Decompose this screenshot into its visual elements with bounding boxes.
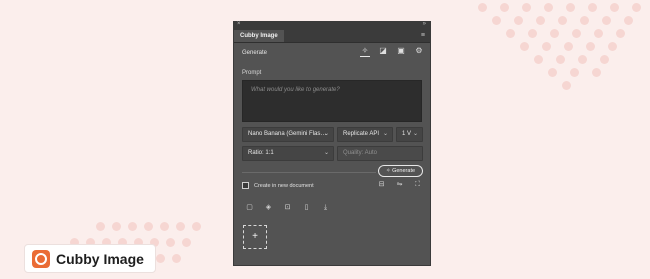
download-icon[interactable]: ⤓ bbox=[321, 203, 330, 212]
decorative-dot bbox=[548, 68, 557, 77]
chevron-down-icon: ⌄ bbox=[382, 131, 388, 137]
decorative-dot bbox=[506, 29, 515, 38]
decorative-dot bbox=[564, 42, 573, 51]
decorative-dot bbox=[478, 3, 487, 12]
magic-wand-icon: ✧ bbox=[385, 168, 391, 174]
decorative-dot bbox=[528, 29, 537, 38]
decorative-dot bbox=[192, 222, 201, 231]
decorative-dot bbox=[176, 222, 185, 231]
chevron-down-icon: ⌄ bbox=[323, 131, 329, 137]
delete-icon[interactable]: ▯ bbox=[302, 203, 311, 212]
quality-select-value: Quality: Auto bbox=[343, 150, 378, 156]
decorative-dot bbox=[500, 3, 509, 12]
magic-wand-icon[interactable]: ✧ bbox=[360, 46, 370, 57]
prompt-label: Prompt bbox=[242, 70, 262, 76]
tab-bar: Cubby Image ≡ bbox=[234, 30, 430, 43]
decorative-dot bbox=[144, 222, 153, 231]
ratio-select-value: Ratio: 1:1 bbox=[248, 150, 274, 156]
decorative-dot bbox=[492, 16, 501, 25]
decorative-dot bbox=[536, 16, 545, 25]
decorative-dot bbox=[578, 55, 587, 64]
count-select-value: 1 V bbox=[402, 131, 412, 137]
section-title: Generate bbox=[242, 50, 268, 56]
decorative-dot bbox=[112, 222, 121, 231]
decorative-dot bbox=[594, 29, 603, 38]
decorative-dot bbox=[544, 3, 553, 12]
decorative-dot bbox=[514, 16, 523, 25]
prompt-input[interactable]: What would you like to generate? bbox=[242, 80, 422, 122]
add-image-slot[interactable]: + bbox=[243, 225, 267, 249]
quality-select: Quality: Auto bbox=[337, 146, 423, 161]
generate-button[interactable]: ✧ Generate bbox=[378, 165, 423, 177]
decorative-dot bbox=[522, 3, 531, 12]
progress-track bbox=[242, 172, 376, 173]
panel-header: Generate ✧ ◪ ▣ ⚙ bbox=[234, 43, 430, 63]
api-select-value: Replicate API bbox=[343, 131, 380, 137]
brand-badge: Cubby Image bbox=[24, 244, 156, 273]
decorative-dot bbox=[550, 29, 559, 38]
new-document-checkbox[interactable] bbox=[242, 182, 249, 189]
decorative-dot bbox=[96, 222, 105, 231]
decorative-dot bbox=[616, 29, 625, 38]
place-image-icon[interactable]: ⊡ bbox=[283, 203, 292, 212]
decorative-dot bbox=[608, 42, 617, 51]
model-select[interactable]: Nano Banana (Gemini Flas… ⌄ bbox=[242, 127, 334, 142]
decorative-dot bbox=[580, 16, 589, 25]
layers-stack-icon[interactable]: ◈ bbox=[264, 203, 273, 212]
api-select[interactable]: Replicate API ⌄ bbox=[337, 127, 393, 142]
settings-gear-icon[interactable]: ⚙ bbox=[414, 46, 424, 56]
tab-cubby-image[interactable]: Cubby Image bbox=[234, 30, 284, 42]
window-chrome: × » bbox=[234, 21, 430, 30]
decorative-dot bbox=[558, 16, 567, 25]
decorative-dot bbox=[542, 42, 551, 51]
decorative-dot bbox=[600, 55, 609, 64]
hamburger-icon[interactable]: ≡ bbox=[421, 32, 425, 39]
generate-button-label: Generate bbox=[392, 168, 416, 174]
decorative-dot bbox=[182, 238, 191, 247]
decorative-dot bbox=[534, 55, 543, 64]
model-select-value: Nano Banana (Gemini Flas… bbox=[248, 131, 327, 137]
count-select[interactable]: 1 V ⌄ bbox=[396, 127, 423, 142]
plugin-panel: × » Cubby Image ≡ Generate ✧ ◪ ▣ ⚙ Promp… bbox=[233, 21, 431, 266]
decorative-dot bbox=[160, 222, 169, 231]
decorative-dot bbox=[156, 254, 165, 263]
copy-icon[interactable]: ▢ bbox=[245, 203, 254, 212]
decorative-dot bbox=[586, 42, 595, 51]
close-icon[interactable]: × bbox=[237, 21, 241, 27]
chevron-down-icon: ⌄ bbox=[323, 150, 329, 156]
decorative-dot bbox=[556, 55, 565, 64]
decorative-dot bbox=[172, 254, 181, 263]
collapse-icon[interactable]: » bbox=[423, 21, 426, 27]
edit-image-icon[interactable]: ◪ bbox=[378, 46, 388, 56]
decorative-dot bbox=[566, 3, 575, 12]
cubby-logo-icon bbox=[32, 249, 50, 268]
image-icon[interactable]: ▣ bbox=[396, 46, 406, 56]
decorative-dot bbox=[624, 16, 633, 25]
decorative-dot bbox=[562, 81, 571, 90]
decorative-dot bbox=[588, 3, 597, 12]
new-document-label: Create in new document bbox=[254, 182, 314, 189]
decorative-dot bbox=[610, 3, 619, 12]
decorative-dot bbox=[570, 68, 579, 77]
decorative-dot bbox=[520, 42, 529, 51]
decorative-dot bbox=[128, 222, 137, 231]
brand-name: Cubby Image bbox=[56, 250, 144, 267]
decorative-dot bbox=[602, 16, 611, 25]
expand-icon[interactable]: ⛶ bbox=[413, 180, 422, 189]
toolbar: ▢ ◈ ⊡ ▯ ⤓ bbox=[245, 203, 330, 212]
layers-icon[interactable]: ⊟ bbox=[377, 180, 386, 189]
document-actions: ⊟ ⇋ ⛶ bbox=[377, 180, 422, 189]
decorative-dot bbox=[632, 3, 641, 12]
decorative-dot bbox=[592, 68, 601, 77]
decorative-dot bbox=[166, 238, 175, 247]
ratio-select[interactable]: Ratio: 1:1 ⌄ bbox=[242, 146, 334, 161]
chevron-down-icon: ⌄ bbox=[412, 131, 418, 137]
new-document-option: Create in new document bbox=[242, 182, 314, 189]
decorative-dot bbox=[572, 29, 581, 38]
adjust-icon[interactable]: ⇋ bbox=[395, 180, 404, 189]
